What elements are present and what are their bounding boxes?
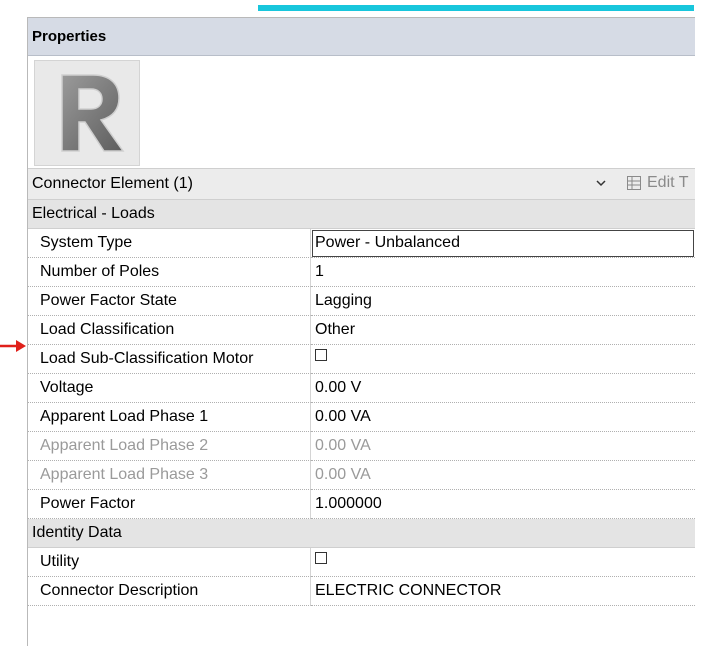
- property-name: Load Sub-Classification Motor: [28, 345, 311, 374]
- property-value[interactable]: 0.00 VA: [311, 403, 695, 432]
- property-value[interactable]: Lagging: [311, 287, 695, 316]
- accent-bar: [258, 5, 694, 11]
- type-thumbnail-area: [28, 56, 695, 168]
- property-name: Apparent Load Phase 2: [28, 432, 311, 461]
- property-name: Connector Description: [28, 577, 311, 606]
- property-checkbox-cell[interactable]: [311, 345, 695, 374]
- checkbox[interactable]: [315, 349, 327, 361]
- panel-title: Properties: [32, 28, 107, 45]
- property-checkbox-cell[interactable]: [311, 548, 695, 577]
- group-header[interactable]: Identity Data: [28, 519, 695, 548]
- property-name: Load Classification: [28, 316, 311, 345]
- property-row: Voltage 0.00 V: [28, 374, 695, 403]
- property-value: 0.00 VA: [311, 461, 695, 490]
- property-value[interactable]: Other: [311, 316, 695, 345]
- checkbox[interactable]: [315, 552, 327, 564]
- properties-title-bar: Properties: [28, 18, 695, 56]
- property-name: Apparent Load Phase 3: [28, 461, 311, 490]
- property-name: Number of Poles: [28, 258, 311, 287]
- red-arrow-icon: [0, 340, 26, 352]
- property-value[interactable]: 0.00 V: [311, 374, 695, 403]
- revit-logo-icon: [34, 60, 140, 166]
- type-selector-value: Connector Element (1): [32, 175, 193, 192]
- property-row: Load Sub-Classification Motor: [28, 345, 695, 374]
- edit-type-button[interactable]: Edit T: [647, 174, 689, 192]
- type-selector[interactable]: Connector Element (1) Edit T: [28, 168, 695, 200]
- edit-type-icon[interactable]: [626, 175, 642, 191]
- property-row: Load Classification Other: [28, 316, 695, 345]
- property-value[interactable]: Power - Unbalanced: [311, 229, 695, 258]
- chevron-down-icon[interactable]: [595, 176, 607, 190]
- property-name: Apparent Load Phase 1: [28, 403, 311, 432]
- property-row: Power Factor 1.000000: [28, 490, 695, 519]
- property-row: Apparent Load Phase 1 0.00 VA: [28, 403, 695, 432]
- property-value[interactable]: ELECTRIC CONNECTOR: [311, 577, 695, 606]
- property-value: 0.00 VA: [311, 432, 695, 461]
- property-name: Utility: [28, 548, 311, 577]
- property-row: Power Factor State Lagging: [28, 287, 695, 316]
- property-row: Connector Description ELECTRIC CONNECTOR: [28, 577, 695, 606]
- property-row: Apparent Load Phase 3 0.00 VA: [28, 461, 695, 490]
- properties-panel: Properties Connector Element (1) Edit T …: [27, 17, 695, 646]
- group-header-label: Electrical - Loads: [32, 205, 155, 222]
- property-row: System Type Power - Unbalanced: [28, 229, 695, 258]
- property-row: Apparent Load Phase 2 0.00 VA: [28, 432, 695, 461]
- group-header[interactable]: Electrical - Loads: [28, 200, 695, 229]
- property-value[interactable]: 1.000000: [311, 490, 695, 519]
- property-name: Power Factor: [28, 490, 311, 519]
- properties-grid: Electrical - Loads System Type Power - Unb…: [28, 200, 695, 606]
- property-name: System Type: [28, 229, 311, 258]
- property-name: Voltage: [28, 374, 311, 403]
- group-header-label: Identity Data: [32, 524, 122, 541]
- property-name: Power Factor State: [28, 287, 311, 316]
- property-row: Utility: [28, 548, 695, 577]
- property-value[interactable]: 1: [311, 258, 695, 287]
- property-row: Number of Poles 1: [28, 258, 695, 287]
